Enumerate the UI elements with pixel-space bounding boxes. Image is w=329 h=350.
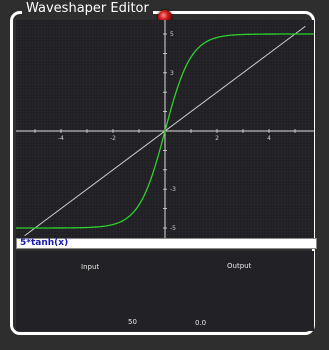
formula-input[interactable]: 5*tanh(x) <box>16 238 317 249</box>
output-label: Output <box>227 262 252 270</box>
input-label: Input <box>81 263 100 271</box>
input-value: 50 <box>128 318 137 326</box>
y-tick-label: 5 <box>170 31 174 38</box>
x-tick-label: 2 <box>215 135 219 142</box>
x-tick-label: 4 <box>267 135 271 142</box>
io-area: Input Output 50 0.0 <box>16 251 314 331</box>
y-tick-label: -5 <box>170 225 176 232</box>
y-tick-label: -3 <box>170 186 176 193</box>
transfer-curve-plot[interactable]: -4 -2 2 4 5 3 -3 -5 <box>16 20 314 238</box>
panel-title: Waveshaper Editor <box>22 0 153 17</box>
x-tick-label: -2 <box>110 135 116 142</box>
output-value: 0.0 <box>195 319 207 327</box>
y-tick-label: 3 <box>170 70 174 77</box>
plot-svg: -4 -2 2 4 5 3 -3 -5 <box>16 20 314 238</box>
x-tick-label: -4 <box>58 135 64 142</box>
